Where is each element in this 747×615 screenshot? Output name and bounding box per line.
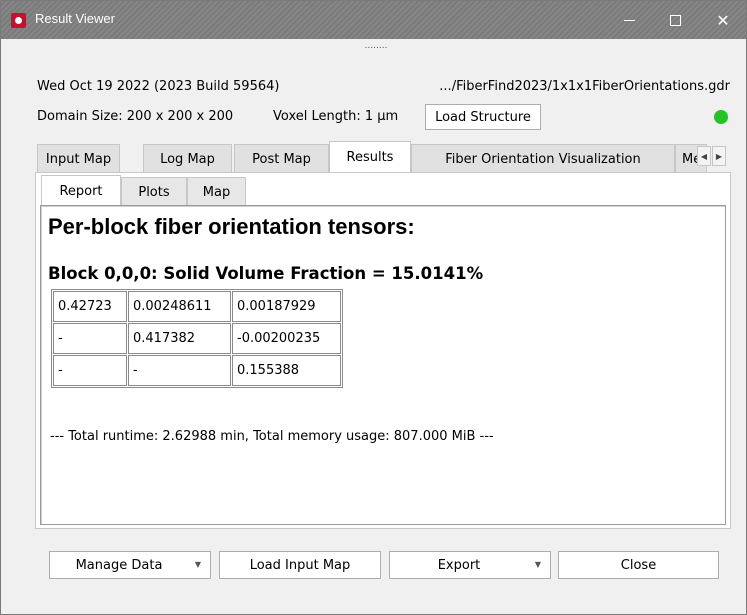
maximize-button[interactable] <box>652 1 698 39</box>
subtab-report[interactable]: Report <box>41 175 121 206</box>
tab-scroll-right-button[interactable]: ▶ <box>712 146 726 166</box>
table-cell: -0.00200235 <box>232 323 341 354</box>
domain-size-label: Domain Size: 200 x 200 x 200 <box>37 109 234 124</box>
table-cell: 0.42723 <box>53 291 127 322</box>
table-cell: - <box>53 355 127 386</box>
export-label: Export <box>437 557 481 573</box>
close-button[interactable]: Close <box>558 551 719 579</box>
result-viewer-window: Result Viewer ✕ ........ Wed Oct 19 2022… <box>0 0 747 615</box>
table-cell: 0.155388 <box>232 355 341 386</box>
table-cell: 0.00248611 <box>128 291 231 322</box>
close-icon: ✕ <box>716 10 730 30</box>
export-button[interactable]: Export ▼ <box>389 551 551 579</box>
table-row: - 0.417382 -0.00200235 <box>53 323 341 354</box>
tab-scroll-left-button[interactable]: ◀ <box>697 146 711 166</box>
table-cell: - <box>53 323 127 354</box>
minimize-button[interactable] <box>606 1 652 39</box>
chevron-down-icon: ▼ <box>534 560 541 569</box>
minimize-icon <box>623 19 635 21</box>
file-path-label: .../FiberFind2023/1x1x1FiberOrientations… <box>439 79 730 94</box>
tab-post-map[interactable]: Post Map <box>234 144 329 173</box>
voxel-length-label: Voxel Length: 1 μm <box>273 109 399 124</box>
table-cell: - <box>128 355 231 386</box>
report-view[interactable]: Per-block fiber orientation tensors: Blo… <box>40 205 726 525</box>
splitter-handle[interactable]: ........ <box>361 42 391 51</box>
load-structure-button[interactable]: Load Structure <box>425 104 541 130</box>
results-tab-panel: Report Plots Map Per-block fiber orienta… <box>35 172 731 529</box>
block-heading: Block 0,0,0: Solid Volume Fraction = 15.… <box>48 264 484 283</box>
load-input-map-button[interactable]: Load Input Map <box>219 551 381 579</box>
manage-data-button[interactable]: Manage Data ▼ <box>49 551 211 579</box>
chevron-down-icon: ▼ <box>194 560 201 569</box>
app-icon <box>11 13 26 28</box>
runtime-summary: --- Total runtime: 2.62988 min, Total me… <box>50 429 494 444</box>
title-bar[interactable]: Result Viewer ✕ <box>1 1 746 39</box>
tab-fiber-orientation-visualization[interactable]: Fiber Orientation Visualization <box>411 144 675 173</box>
table-cell: 0.00187929 <box>232 291 341 322</box>
table-row: - - 0.155388 <box>53 355 341 386</box>
subtab-plots[interactable]: Plots <box>121 177 187 206</box>
window-title: Result Viewer <box>35 11 115 26</box>
close-window-button[interactable]: ✕ <box>700 1 746 39</box>
maximize-icon <box>669 14 681 26</box>
chevron-left-icon: ◀ <box>700 151 708 161</box>
orientation-tensor-table: 0.42723 0.00248611 0.00187929 - 0.417382… <box>51 289 343 388</box>
date-build-label: Wed Oct 19 2022 (2023 Build 59564) <box>37 79 280 94</box>
tab-input-map[interactable]: Input Map <box>37 144 120 173</box>
table-cell: 0.417382 <box>128 323 231 354</box>
tab-results[interactable]: Results <box>329 141 411 173</box>
table-row: 0.42723 0.00248611 0.00187929 <box>53 291 341 322</box>
manage-data-label: Manage Data <box>75 557 163 573</box>
subtab-map[interactable]: Map <box>187 177 246 206</box>
chevron-right-icon: ▶ <box>715 151 723 161</box>
tab-log-map[interactable]: Log Map <box>143 144 232 173</box>
status-indicator <box>714 110 728 124</box>
report-heading: Per-block fiber orientation tensors: <box>48 214 415 239</box>
